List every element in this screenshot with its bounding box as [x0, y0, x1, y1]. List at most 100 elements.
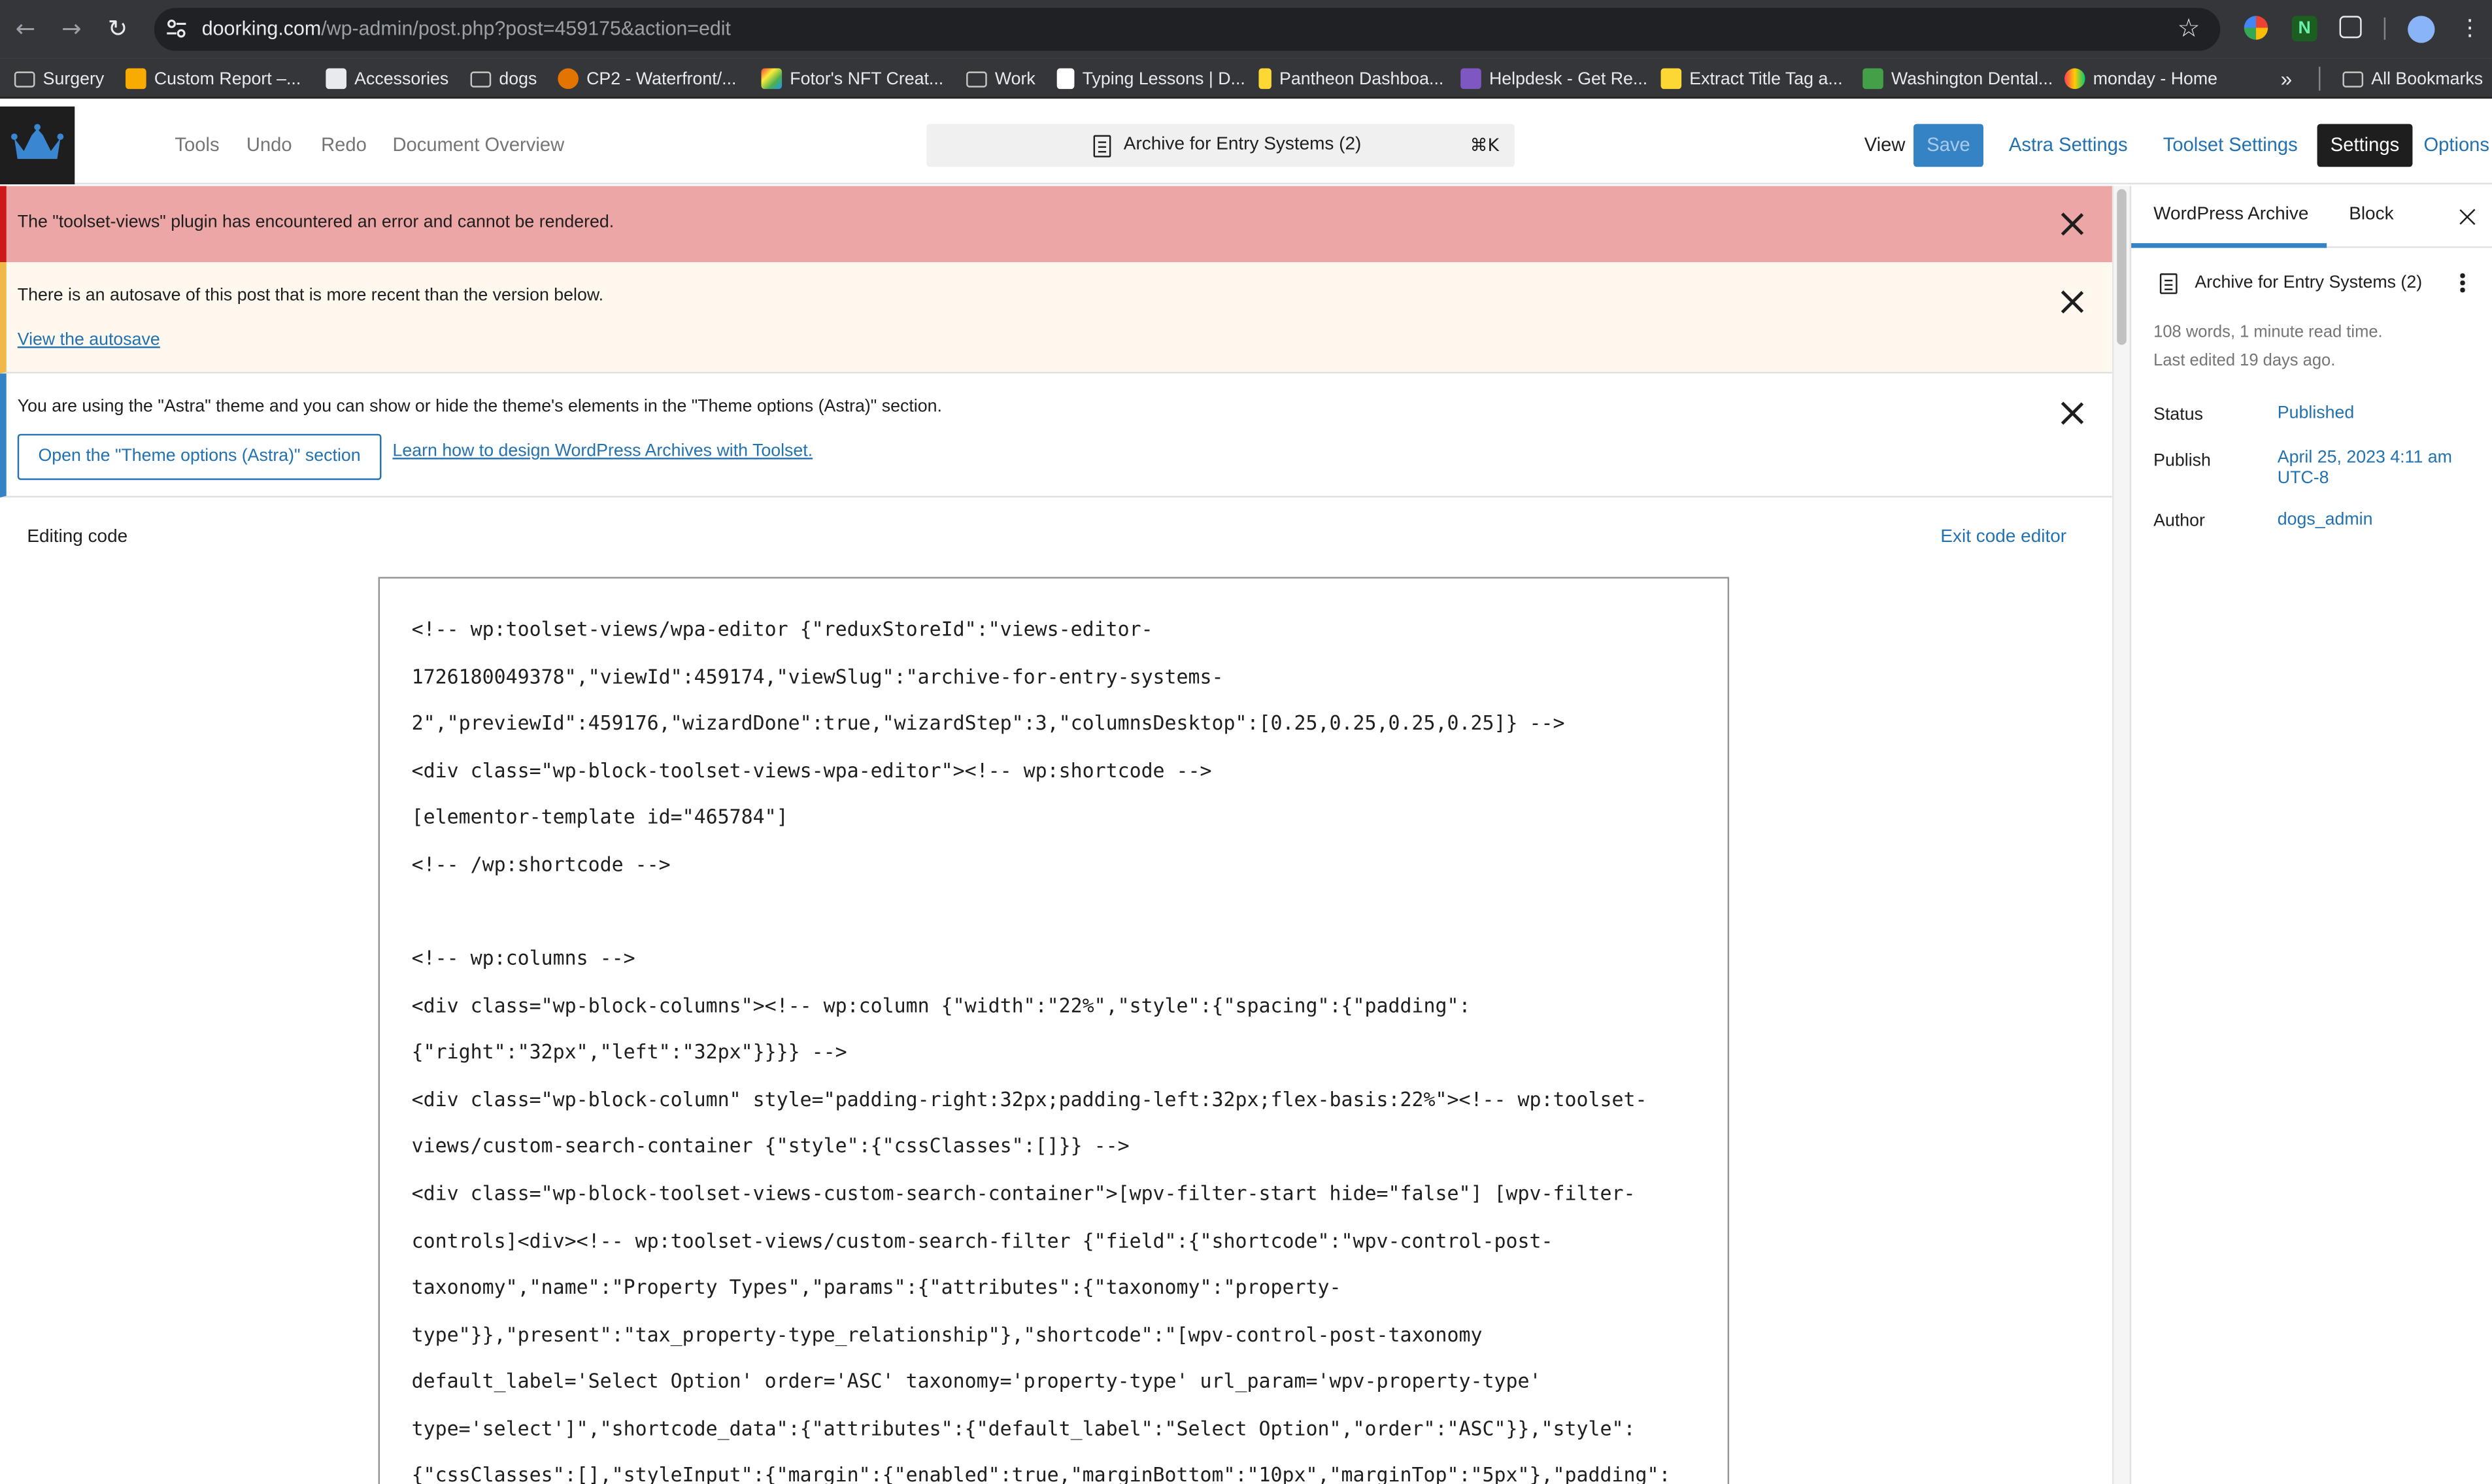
astra-notice-text: You are using the "Astra" theme and you … [17, 397, 942, 416]
extensions-puzzle-icon[interactable] [2339, 16, 2362, 39]
code-line: <div class="wp-block-column" style="padd… [411, 1088, 1647, 1111]
bookmark-item[interactable]: Extract Title Tag a... [1660, 67, 1843, 90]
document-icon [1093, 135, 1111, 158]
author-value-button[interactable]: dogs_admin [2278, 510, 2373, 531]
extension-n-icon[interactable]: N [2291, 16, 2317, 42]
code-line: controls]<div><!-- wp:toolset-views/cust… [411, 1230, 1553, 1253]
bookmark-item[interactable]: Helpdesk - Get Re... [1460, 67, 1647, 90]
close-icon[interactable] [2061, 402, 2083, 424]
tab-block[interactable]: Block [2349, 205, 2393, 224]
read-time-text: 108 words, 1 minute read time. [2153, 322, 2383, 342]
profile-avatar[interactable] [2408, 16, 2435, 43]
editor-scrollbar-thumb[interactable] [2117, 189, 2127, 345]
folder-icon [14, 71, 35, 87]
open-theme-options-button[interactable]: Open the "Theme options (Astra)" section [17, 433, 382, 481]
folder-icon [2342, 71, 2364, 87]
bookmark-item[interactable]: Typing Lessons | D... [1056, 67, 1245, 90]
folder-icon [966, 71, 987, 87]
favicon-icon [558, 68, 579, 90]
autosave-notice-text: There is an autosave of this post that i… [17, 286, 604, 305]
code-line: {"right":"32px","left":"32px"}}}} --> [411, 1041, 847, 1064]
close-icon[interactable] [2061, 213, 2083, 235]
bookmarks-divider [2319, 67, 2321, 91]
folder-icon [470, 71, 492, 87]
document-title[interactable]: Archive for Entry Systems (2) [1124, 135, 1362, 154]
code-line: 2","previewId":459176,"wizardDone":true,… [411, 712, 1565, 735]
code-editor-textarea[interactable]: <!-- wp:toolset-views/wpa-editor {"redux… [378, 577, 1730, 1484]
favicon-icon [1258, 68, 1271, 90]
toolset-settings-button[interactable]: Toolset Settings [2163, 133, 2298, 156]
browser-menu-icon[interactable]: ⋮ [2455, 14, 2484, 43]
favicon-icon [761, 68, 783, 90]
settings-sidebar: WordPress Archive Block Archive for Entr… [2129, 186, 2492, 1484]
code-line: <div class="wp-block-toolset-views-wpa-e… [411, 760, 1212, 783]
publish-date-line: April 25, 2023 4:11 am [2277, 448, 2452, 467]
code-line: default_label='Select Option' order='ASC… [411, 1370, 1541, 1392]
crown-icon [11, 124, 64, 160]
code-line: views/custom-search-container {"style":{… [411, 1134, 1130, 1157]
publish-timezone-line: UTC-8 [2277, 469, 2329, 488]
screen: ← → ↻ doorking.com/wp-admin/post.php?pos… [0, 0, 2492, 1484]
code-line: type"}},"present":"tax_property-type_rel… [411, 1324, 1483, 1347]
favicon-icon [1660, 68, 1682, 90]
keyboard-shortcut: ⌘K [1470, 135, 1500, 156]
code-line: type='select']","shortcode_data":{"attri… [411, 1417, 1636, 1440]
publish-label: Publish [2153, 451, 2211, 471]
close-icon[interactable] [2061, 291, 2083, 313]
publish-date-button[interactable]: April 25, 2023 4:11 am UTC-8 [2278, 448, 2452, 490]
bookmark-item[interactable]: Surgery [14, 67, 104, 90]
favicon-icon [126, 68, 146, 90]
code-line: taxonomy","name":"Property Types","param… [411, 1276, 1341, 1299]
code-line: <div class="wp-block-columns"><!-- wp:co… [411, 994, 1471, 1017]
document-overview-button[interactable]: Document Overview [392, 133, 564, 156]
bookmark-item[interactable]: Washington Dental... [1862, 67, 2053, 90]
bookmarks-bar: Surgery Custom Report –... Accessories d… [0, 58, 2492, 99]
options-button[interactable]: Options [2423, 133, 2489, 156]
site-logo[interactable] [0, 106, 75, 185]
bookmark-star-icon[interactable]: ☆ [2178, 14, 2200, 43]
more-options-icon[interactable] [2459, 272, 2465, 294]
browser-toolbar: ← → ↻ doorking.com/wp-admin/post.php?pos… [0, 0, 2492, 59]
site-settings-icon[interactable] [165, 18, 188, 40]
code-line: <!-- /wp:shortcode --> [411, 853, 671, 876]
document-icon [2159, 273, 2178, 294]
bookmark-item[interactable]: CP2 - Waterfront/... [558, 67, 736, 90]
learn-design-link[interactable]: Learn how to design WordPress Archives w… [392, 442, 813, 461]
all-bookmarks[interactable]: All Bookmarks [2342, 67, 2483, 90]
close-sidebar-icon[interactable] [2459, 208, 2476, 226]
astra-settings-button[interactable]: Astra Settings [2009, 133, 2128, 156]
favicon-icon [2064, 68, 2085, 90]
bookmark-item[interactable]: Pantheon Dashboa... [1258, 67, 1443, 90]
bookmark-item[interactable]: Fotor's NFT Creat... [761, 67, 943, 90]
editing-code-label: Editing code [27, 528, 128, 547]
code-line: [elementor-template id="465784"] [411, 805, 788, 828]
code-line: <!-- wp:toolset-views/wpa-editor {"redux… [411, 618, 1153, 641]
bookmark-item[interactable]: Work [966, 67, 1036, 90]
back-arrow-icon[interactable]: ← [11, 14, 40, 43]
bookmark-item[interactable]: Custom Report –... [126, 67, 301, 90]
bookmarks-overflow-icon[interactable]: » [2281, 67, 2293, 90]
autosave-notice: There is an autosave of this post that i… [0, 262, 2112, 374]
view-autosave-link[interactable]: View the autosave [18, 331, 160, 350]
extension-color-icon[interactable] [2244, 16, 2268, 40]
bookmark-item[interactable]: dogs [470, 67, 537, 90]
url-text: doorking.com/wp-admin/post.php?post=4591… [201, 17, 732, 40]
view-button[interactable]: View [1864, 133, 1906, 156]
code-line: <div class="wp-block-toolset-views-custo… [411, 1182, 1636, 1205]
bookmark-item[interactable]: monday - Home [2064, 67, 2217, 90]
code-line: 1726180049378","viewId":459174,"viewSlug… [411, 666, 1224, 688]
sidebar-tabs: WordPress Archive Block [2131, 186, 2492, 248]
redo-button[interactable]: Redo [321, 133, 367, 156]
exit-code-editor-button[interactable]: Exit code editor [1940, 528, 2066, 547]
save-button[interactable]: Save [1913, 124, 1984, 167]
forward-arrow-icon[interactable]: → [58, 14, 86, 43]
settings-button[interactable]: Settings [2317, 124, 2413, 167]
reload-icon[interactable]: ↻ [103, 14, 132, 43]
bookmark-item[interactable]: Accessories [326, 67, 448, 90]
status-value-button[interactable]: Published [2278, 404, 2354, 425]
error-notice-text: The "toolset-views" plugin has encounter… [17, 212, 615, 232]
undo-button[interactable]: Undo [246, 133, 292, 156]
tools-button[interactable]: Tools [175, 133, 219, 156]
editor-scrollbar[interactable] [2112, 186, 2130, 1484]
tab-wordpress-archive[interactable]: WordPress Archive [2153, 205, 2308, 224]
